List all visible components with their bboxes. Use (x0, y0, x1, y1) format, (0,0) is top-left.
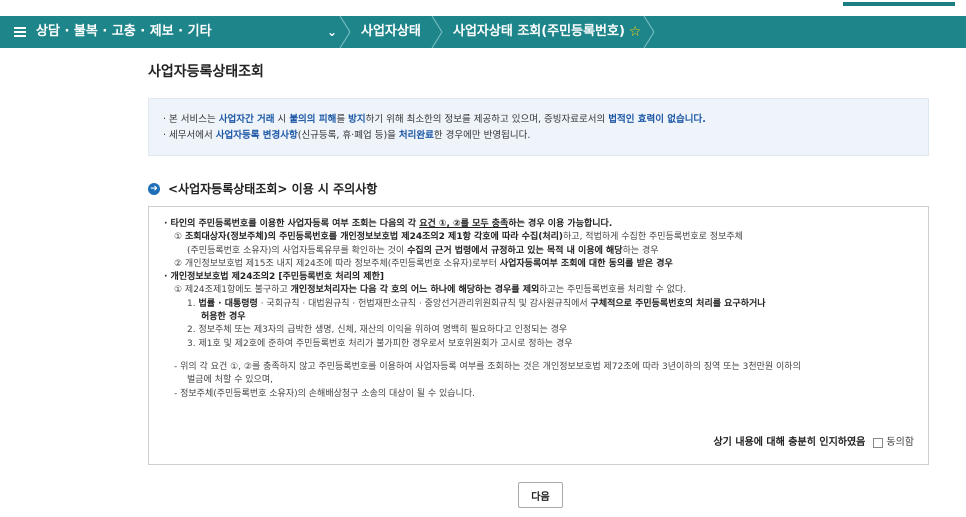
breadcrumb-item-current: 사업자상태 조회(주민등록번호) ☆ (453, 16, 641, 48)
agree-statement: 상기 내용에 대해 충분히 인지하였음 (713, 437, 866, 448)
caution-line: · 개인정보보호법 제24조의2 [주민등록번호 처리의 제한] (164, 272, 384, 283)
top-accent-line (843, 2, 955, 6)
notice-line-2: · 세무서에서 사업자등록 변경사항(신규등록, 휴·폐업 등)을 처리완료한 … (163, 130, 531, 141)
notice-line-1: · 본 서비스는 사업자간 거래 시 불의의 피해를 방지하기 위해 최소한의 … (163, 114, 706, 125)
nav-menu-button[interactable]: 상담 · 불복 · 고충 · 제보 · 기타 (14, 16, 212, 48)
caution-line: 2. 정보주체 또는 제3자의 급박한 생명, 신체, 재산의 이익을 위하여 … (187, 325, 568, 336)
service-notice: · 본 서비스는 사업자간 거래 시 불의의 피해를 방지하기 위해 최소한의 … (148, 98, 929, 156)
caution-box: · 타인의 주민등록번호를 이용한 사업자등록 여부 조회는 다음의 각 요건 … (148, 206, 929, 465)
nav-menu-label: 상담 · 불복 · 고충 · 제보 · 기타 (36, 24, 212, 39)
caution-line: - 정보주체(주민등록번호 소유자)의 손해배상청구 소송의 대상이 될 수 있… (174, 388, 475, 399)
section-title: <사업자등록상태조회> 이용 시 주의사항 (168, 182, 378, 196)
breadcrumb-item-business-status[interactable]: 사업자상태 (361, 16, 421, 48)
caution-line: · 타인의 주민등록번호를 이용한 사업자등록 여부 조회는 다음의 각 요건 … (164, 219, 613, 229)
caution-line: ① 조회대상자(정보주체)의 주민등록번호를 개인정보보호법 제24조의2 제1… (174, 232, 743, 243)
breadcrumb-separator-icon (431, 16, 443, 48)
caution-line: (주민등록번호 소유자)의 사업자등록유무를 확인하는 것이 수집의 근거 법령… (187, 245, 659, 256)
arrow-circle-icon: ➔ (148, 182, 160, 195)
nav-bar: 상담 · 불복 · 고충 · 제보 · 기타 ⌄ 사업자상태 사업자상태 조회(… (0, 16, 966, 48)
caution-line: ① 제24조제1항에도 불구하고 개인정보처리자는 다음 각 호의 어느 하나에… (174, 285, 687, 296)
agree-checkbox[interactable] (873, 437, 884, 448)
next-button[interactable]: 다음 (518, 482, 563, 508)
favorite-star-icon[interactable]: ☆ (629, 16, 642, 48)
page-title: 사업자등록상태조회 (148, 64, 264, 80)
caution-line: 벌금에 처할 수 있으며, (187, 375, 273, 386)
breadcrumb-separator-icon (339, 16, 351, 48)
section-heading: ➔ <사업자등록상태조회> 이용 시 주의사항 (148, 180, 377, 197)
caution-line: ② 개인정보보호법 제15조 내지 제24조에 따라 정보주체(주민등록번호 소… (174, 258, 673, 269)
caution-line: - 위의 각 요건 ①, ②를 충족하지 않고 주민등록번호를 이용하여 사업자… (174, 361, 801, 372)
agree-checkbox-label[interactable]: 동의함 (886, 436, 914, 449)
caution-line: 허용한 경우 (201, 312, 246, 323)
breadcrumb-label: 사업자상태 조회(주민등록번호) (453, 24, 625, 39)
agree-row: 상기 내용에 대해 충분히 인지하였음 동의함 (713, 436, 914, 449)
caution-line: 1. 법률 · 대통령령 · 국회규칙 · 대법원규칙 · 헌법재판소규칙 · … (187, 298, 766, 309)
breadcrumb-separator-icon (643, 16, 655, 48)
hamburger-icon (14, 25, 26, 39)
chevron-down-icon[interactable]: ⌄ (327, 16, 337, 48)
breadcrumb-label: 사업자상태 (361, 24, 421, 39)
caution-line: 3. 제1호 및 제2호에 준하여 주민등록번호 처리가 불가피한 경우로서 보… (187, 338, 573, 349)
